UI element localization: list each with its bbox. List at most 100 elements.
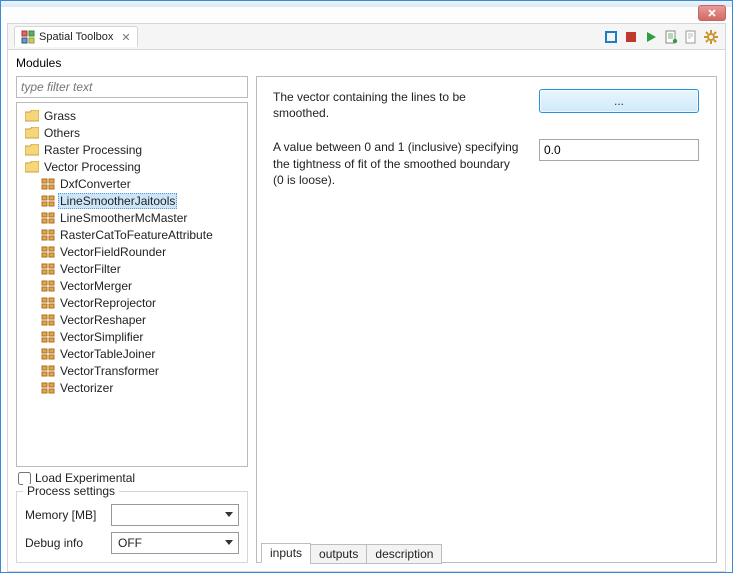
tree-leaf[interactable]: VectorReprojector — [39, 294, 245, 311]
tab-inputs[interactable]: inputs — [261, 543, 311, 563]
tree-label: Others — [42, 126, 82, 140]
tree-leaf[interactable]: VectorTransformer — [39, 362, 245, 379]
filter-wrap — [16, 76, 248, 98]
script-button[interactable] — [663, 29, 679, 45]
close-icon — [708, 9, 716, 17]
page-button[interactable] — [683, 29, 699, 45]
tree-leaf[interactable]: VectorFilter — [39, 260, 245, 277]
chevron-down-icon — [221, 506, 237, 524]
debug-value: OFF — [118, 536, 142, 550]
tree-leaf[interactable]: VectorFieldRounder — [39, 243, 245, 260]
load-experimental-checkbox[interactable] — [18, 472, 31, 485]
tree-folder[interactable]: Vector Processing — [23, 158, 245, 175]
main-row: Grass Others Raster Processing Vector Proce… — [8, 72, 725, 571]
tree-leaf[interactable]: LineSmootherJaitools — [39, 192, 245, 209]
tree-leaf[interactable]: Vectorizer — [39, 379, 245, 396]
process-settings-group: Process settings Memory [MB] Debug info … — [16, 491, 248, 563]
tree-label: LineSmootherJaitools — [58, 193, 177, 209]
chevron-down-icon — [221, 534, 237, 552]
tree-folder[interactable]: Raster Processing — [23, 141, 245, 158]
module-icon — [41, 194, 55, 208]
memory-combo[interactable] — [111, 504, 239, 526]
folder-icon — [25, 126, 39, 140]
memory-label: Memory [MB] — [25, 508, 105, 522]
run-button[interactable] — [643, 29, 659, 45]
left-column: Grass Others Raster Processing Vector Proce… — [16, 76, 248, 563]
browse-button-label: ... — [614, 94, 624, 108]
memory-row: Memory [MB] — [25, 504, 239, 526]
module-icon — [41, 211, 55, 225]
module-icon — [41, 313, 55, 327]
tree-leaf[interactable]: RasterCatToFeatureAttribute — [39, 226, 245, 243]
view-tab-label: Spatial Toolbox — [39, 31, 113, 43]
stop-blue-button[interactable] — [603, 29, 619, 45]
module-tree[interactable]: Grass Others Raster Processing Vector Proce… — [16, 102, 248, 467]
tree-label: RasterCatToFeatureAttribute — [58, 228, 215, 242]
tab-outputs[interactable]: outputs — [310, 544, 367, 564]
tree-label: Grass — [42, 109, 78, 123]
tree-leaf[interactable]: VectorReshaper — [39, 311, 245, 328]
module-icon — [41, 330, 55, 344]
tab-label: description — [375, 547, 433, 561]
square-red-icon — [624, 30, 638, 44]
process-settings-legend: Process settings — [23, 484, 119, 498]
stop-red-button[interactable] — [623, 29, 639, 45]
content-area: Modules Grass Others Raster Processing Vect… — [7, 49, 726, 572]
tree-label: VectorFieldRounder — [58, 245, 168, 259]
filter-input[interactable] — [16, 76, 248, 98]
tree-label: VectorTableJoiner — [58, 347, 157, 361]
module-icon — [41, 364, 55, 378]
view-toolbar: Spatial Toolbox ✕ — [7, 23, 726, 49]
module-icon — [41, 177, 55, 191]
tree-label: VectorTransformer — [58, 364, 161, 378]
debug-combo[interactable]: OFF — [111, 532, 239, 554]
tree-leaf[interactable]: VectorMerger — [39, 277, 245, 294]
module-icon — [41, 347, 55, 361]
module-icon — [41, 228, 55, 242]
app-window: Spatial Toolbox ✕ Modules — [0, 0, 733, 573]
tree-leaf[interactable]: VectorTableJoiner — [39, 345, 245, 362]
browse-button[interactable]: ... — [539, 89, 699, 113]
page-icon — [684, 30, 698, 44]
tree-folder[interactable]: Others — [23, 124, 245, 141]
parameter-area: The vector containing the lines to be sm… — [257, 77, 716, 540]
tree-label: VectorMerger — [58, 279, 134, 293]
tree-label: Vector Processing — [42, 160, 143, 174]
tree-label: DxfConverter — [58, 177, 133, 191]
tree-label: VectorReprojector — [58, 296, 158, 310]
module-icon — [41, 296, 55, 310]
tree-leaf[interactable]: LineSmootherMcMaster — [39, 209, 245, 226]
tree-leaf[interactable]: VectorSimplifier — [39, 328, 245, 345]
tree-leaf[interactable]: DxfConverter — [39, 175, 245, 192]
module-icon — [41, 245, 55, 259]
module-icon — [41, 279, 55, 293]
debug-row: Debug info OFF — [25, 532, 239, 554]
script-icon — [664, 30, 678, 44]
folder-icon — [25, 109, 39, 123]
module-icon — [41, 381, 55, 395]
debug-label: Debug info — [25, 536, 105, 550]
view-tab-spatial-toolbox[interactable]: Spatial Toolbox ✕ — [14, 26, 138, 47]
tree-label: Vectorizer — [58, 381, 115, 395]
tree-label: LineSmootherMcMaster — [58, 211, 189, 225]
settings-button[interactable] — [703, 29, 719, 45]
tree-folder[interactable]: Grass — [23, 107, 245, 124]
param-tabstrip: inputs outputs description — [257, 540, 716, 562]
tab-description[interactable]: description — [366, 544, 442, 564]
right-panel: The vector containing the lines to be sm… — [256, 76, 717, 563]
tree-label: VectorSimplifier — [58, 330, 145, 344]
tab-close-icon[interactable]: ✕ — [121, 31, 130, 44]
tree-label: VectorFilter — [58, 262, 123, 276]
play-icon — [644, 30, 658, 44]
load-experimental-label: Load Experimental — [35, 471, 135, 485]
tab-label: outputs — [319, 547, 358, 561]
square-blue-icon — [604, 30, 618, 44]
window-close-button[interactable] — [698, 5, 726, 21]
modules-section-label: Modules — [8, 50, 725, 72]
tree-label: Raster Processing — [42, 143, 144, 157]
param-input-vector: The vector containing the lines to be sm… — [273, 89, 704, 121]
tree-label: VectorReshaper — [58, 313, 148, 327]
window-titlebar — [1, 1, 732, 23]
tightness-input[interactable] — [539, 139, 699, 161]
tab-label: inputs — [270, 546, 302, 560]
